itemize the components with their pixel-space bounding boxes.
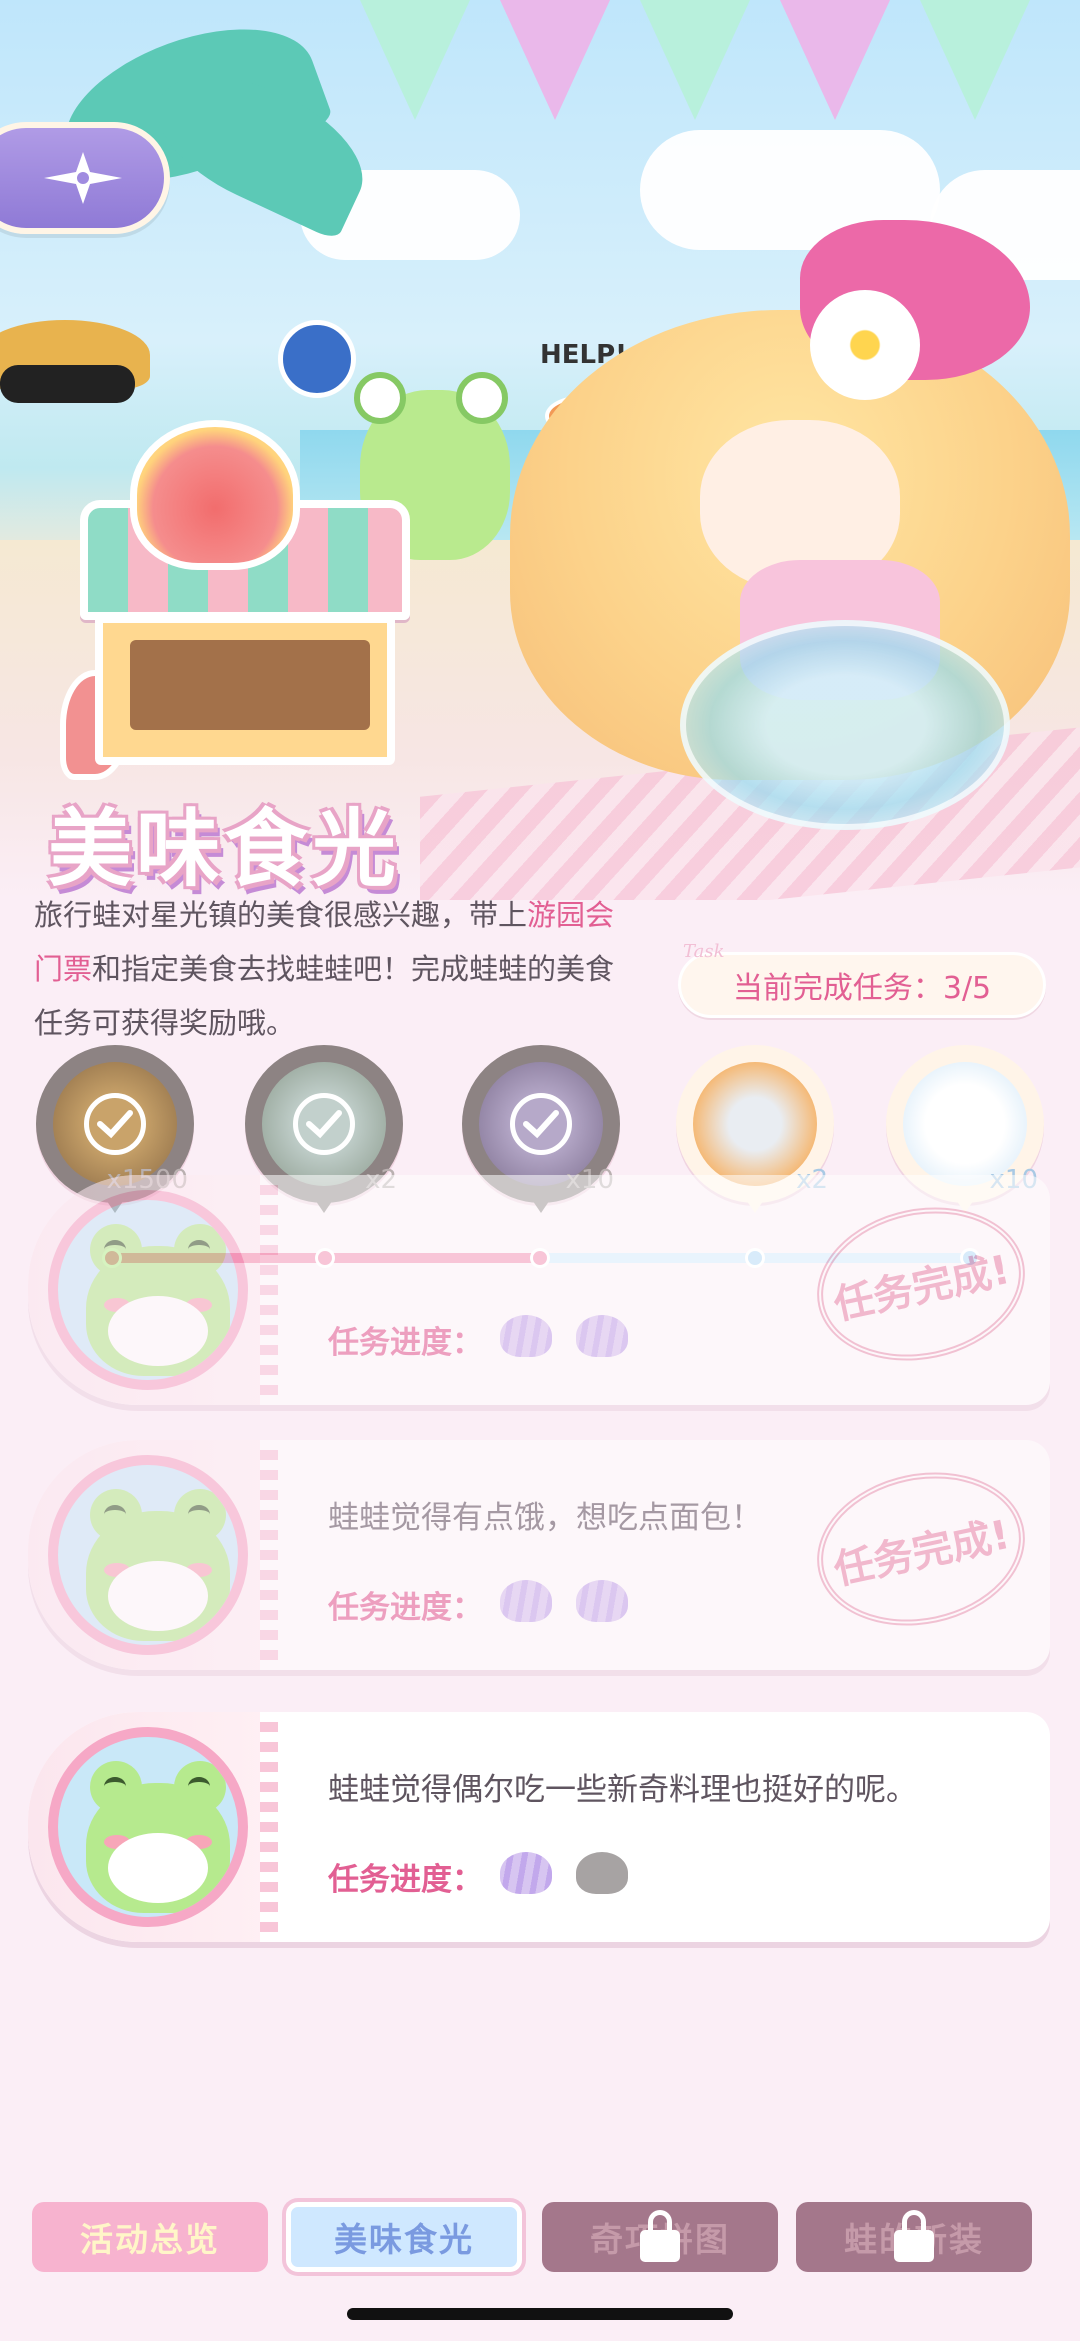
shell-icon — [572, 1311, 632, 1361]
task-card[interactable]: 蛙蛙觉得有点饿，想吃点面包！ 任务进度： 任务完成! — [28, 1440, 1050, 1670]
lock-icon — [894, 2210, 934, 2262]
task-progress-label: 当前完成任务：3/5 — [732, 971, 992, 1006]
tab-label: 美味食光 — [334, 2220, 474, 2259]
lock-icon — [640, 2210, 680, 2262]
tab-puzzle[interactable]: 奇巧拼图 — [542, 2202, 778, 2272]
shell-icon — [572, 1576, 632, 1626]
shell-icon — [572, 1848, 632, 1898]
task-text: 蛙蛙觉得偶尔吃一些新奇料理也挺好的呢。 — [328, 1772, 917, 1808]
tab-overview[interactable]: 活动总览 — [32, 2202, 268, 2272]
description-text: 旅行蛙对星光镇的美食很感兴趣，带上 — [34, 898, 528, 932]
frog-avatar — [48, 1190, 248, 1390]
planet-icon — [278, 320, 356, 398]
tab-delicious-time[interactable]: 美味食光 — [286, 2202, 522, 2272]
task-decor-word: Task — [683, 941, 725, 962]
shell-icon — [496, 1576, 556, 1626]
shell-icon — [496, 1311, 556, 1361]
task-card[interactable]: 任务进度： 任务完成! — [28, 1175, 1050, 1405]
task-card[interactable]: 蛙蛙觉得偶尔吃一些新奇料理也挺好的呢。 任务进度： — [28, 1712, 1050, 1942]
task-progress-label: 任务进度： — [328, 1325, 483, 1361]
frog-avatar — [48, 1727, 248, 1927]
task-progress-badge: Task 当前完成任务：3/5 — [678, 941, 1046, 1018]
task-progress-label: 任务进度： — [328, 1862, 483, 1898]
home-indicator[interactable] — [347, 2308, 733, 2320]
check-icon — [84, 1093, 146, 1155]
task-progress-label: 任务进度： — [328, 1590, 483, 1626]
food-stall-illustration — [40, 400, 420, 780]
tab-new-outfit[interactable]: 蛙的新装 — [796, 2202, 1032, 2272]
sunglasses — [0, 365, 135, 403]
frog-avatar — [48, 1455, 248, 1655]
stall-counter — [130, 640, 370, 730]
hero-banner: HELP! — [0, 0, 1080, 900]
bunting-flag — [360, 0, 470, 120]
description-text: 和指定美食去找蛙蛙吧！完成蛙蛙的美食任务可获得奖励哦。 — [34, 952, 615, 1040]
shell-icon — [496, 1848, 556, 1898]
bunting-flag — [780, 0, 890, 120]
task-text: 蛙蛙觉得有点饿，想吃点面包！ — [328, 1500, 762, 1536]
frog-eye — [456, 372, 508, 424]
bunting-flag — [500, 0, 610, 120]
event-description: 旅行蛙对星光镇的美食很感兴趣，带上游园会门票和指定美食去找蛙蛙吧！完成蛙蛙的美食… — [34, 888, 634, 1050]
back-button[interactable] — [0, 122, 170, 234]
octopus-icon — [130, 420, 300, 570]
task-complete-stamp: 任务完成! — [802, 1453, 1040, 1645]
event-title: 美味食光 — [48, 782, 400, 903]
check-icon — [510, 1093, 572, 1155]
bunting-flag — [920, 0, 1030, 120]
compass-star-icon — [44, 152, 122, 204]
task-complete-stamp: 任务完成! — [802, 1188, 1040, 1380]
frog-belly — [108, 1833, 208, 1903]
frog-belly — [108, 1296, 208, 1366]
frog-belly — [108, 1561, 208, 1631]
check-icon — [293, 1093, 355, 1155]
tab-label: 活动总览 — [80, 2220, 220, 2259]
bunting-flag — [640, 0, 750, 120]
flower-icon — [810, 290, 920, 400]
swim-ring — [680, 620, 1010, 830]
